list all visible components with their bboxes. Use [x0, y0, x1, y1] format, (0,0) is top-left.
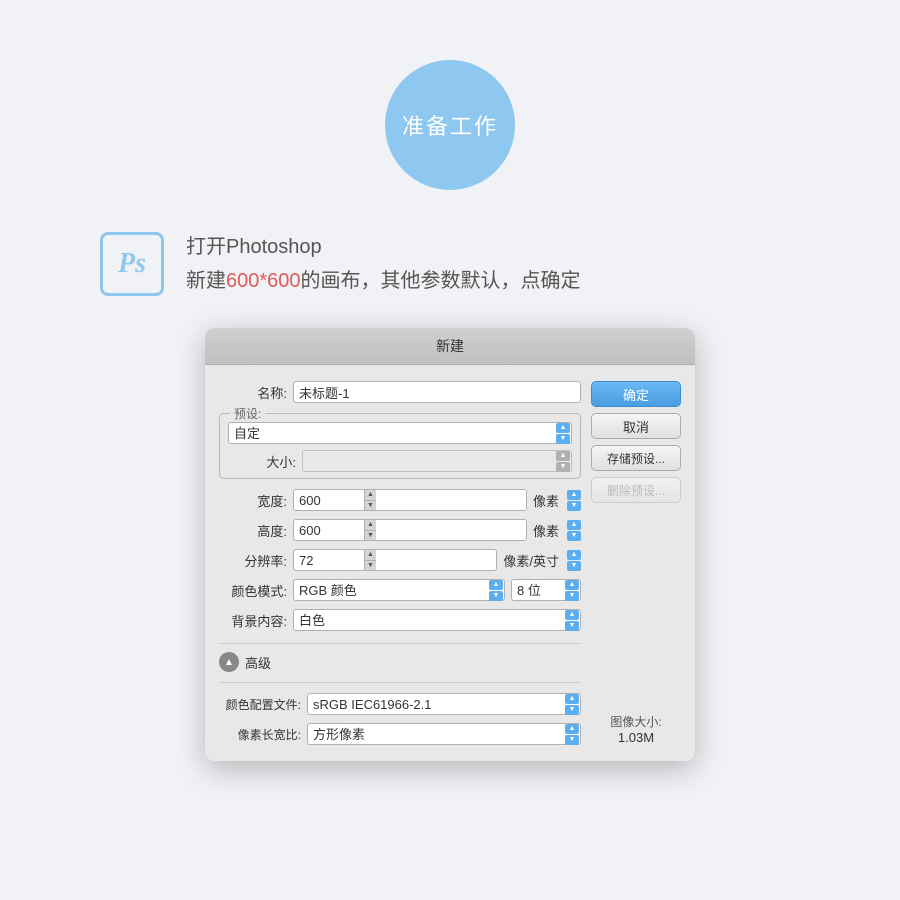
width-spin-down[interactable]: ▼: [365, 501, 376, 511]
resolution-unit-arrow: ▲ ▼: [567, 550, 581, 571]
color-mode-row: 颜色模式: RGB 颜色 ▲ ▼ 8 位: [219, 579, 581, 601]
resolution-row: 分辨率: ▲ ▼ 像素/英寸 ▲ ▼: [219, 549, 581, 571]
image-size-value: 1.03M: [591, 730, 681, 745]
resolution-spin-down[interactable]: ▼: [365, 561, 376, 571]
new-document-dialog: 新建 名称: 预设: 自定: [205, 328, 695, 761]
height-spinner: ▲ ▼: [364, 520, 376, 540]
save-preset-button[interactable]: 存储预设...: [591, 445, 681, 471]
instruction-line1: 打开Photoshop: [186, 230, 581, 264]
width-unit-arrow: ▲ ▼: [567, 490, 581, 511]
color-mode-select[interactable]: RGB 颜色: [293, 579, 505, 601]
height-spin-up[interactable]: ▲: [365, 520, 376, 531]
dialog-titlebar: 新建: [205, 328, 695, 365]
size-label: 大小:: [228, 452, 296, 471]
resolution-input[interactable]: [294, 550, 364, 570]
preset-select[interactable]: 自定: [228, 422, 572, 444]
height-row: 高度: ▲ ▼ 像素 ▲ ▼: [219, 519, 581, 541]
instruction-text: 打开Photoshop 新建600*600的画布，其他参数默认，点确定: [186, 230, 581, 298]
width-spinner: ▲ ▼: [364, 490, 376, 510]
preset-row: 自定 ▲ ▼: [228, 422, 572, 444]
ps-icon-text: Ps: [118, 248, 146, 280]
ps-icon: Ps: [100, 232, 164, 296]
color-profile-select[interactable]: sRGB IEC61966-2.1: [307, 693, 581, 715]
color-mode-label: 颜色模式:: [219, 581, 287, 600]
height-unit-arrow: ▲ ▼: [567, 520, 581, 541]
resolution-label: 分辨率:: [219, 551, 287, 570]
height-label: 高度:: [219, 521, 287, 540]
preset-legend: 预设:: [230, 405, 265, 422]
color-bits-select[interactable]: 8 位: [511, 579, 581, 601]
name-row: 名称:: [219, 381, 581, 403]
width-label: 宽度:: [219, 491, 287, 510]
advanced-section: ▲ 高级: [219, 643, 581, 672]
width-row: 宽度: ▲ ▼ 像素 ▲ ▼: [219, 489, 581, 511]
section-badge: 准备工作: [385, 60, 515, 190]
pixel-ratio-label: 像素长宽比:: [219, 726, 301, 743]
name-label: 名称:: [219, 383, 287, 402]
pixel-ratio-select[interactable]: 方形像素: [307, 723, 581, 745]
width-input[interactable]: [294, 490, 364, 510]
size-select[interactable]: [302, 450, 572, 472]
width-spin-up[interactable]: ▲: [365, 490, 376, 501]
ok-button[interactable]: 确定: [591, 381, 681, 407]
height-spin-down[interactable]: ▼: [365, 531, 376, 541]
width-unit: 像素: [533, 491, 559, 510]
instruction-line2: 新建600*600的画布，其他参数默认，点确定: [186, 264, 581, 298]
cancel-button[interactable]: 取消: [591, 413, 681, 439]
color-profile-row: 颜色配置文件: sRGB IEC61966-2.1 ▲ ▼: [219, 693, 581, 715]
name-input[interactable]: [293, 381, 581, 403]
pixel-ratio-row: 像素长宽比: 方形像素 ▲ ▼: [219, 723, 581, 745]
color-profile-label: 颜色配置文件:: [219, 696, 301, 713]
image-size-info: 图像大小: 1.03M: [591, 697, 681, 745]
size-row: 大小: ▲ ▼: [228, 450, 572, 472]
resolution-spin-up[interactable]: ▲: [365, 550, 376, 561]
height-unit: 像素: [533, 521, 559, 540]
resolution-unit: 像素/英寸: [503, 551, 559, 570]
resolution-spinner: ▲ ▼: [364, 550, 376, 570]
bg-content-label: 背景内容:: [219, 611, 287, 630]
height-input[interactable]: [294, 520, 364, 540]
image-size-label: 图像大小:: [591, 713, 681, 730]
advanced-toggle-btn[interactable]: ▲: [219, 652, 239, 672]
bg-content-select[interactable]: 白色: [293, 609, 581, 631]
advanced-label: 高级: [245, 653, 271, 672]
delete-preset-button: 删除预设...: [591, 477, 681, 503]
bg-content-row: 背景内容: 白色 ▲ ▼: [219, 609, 581, 631]
